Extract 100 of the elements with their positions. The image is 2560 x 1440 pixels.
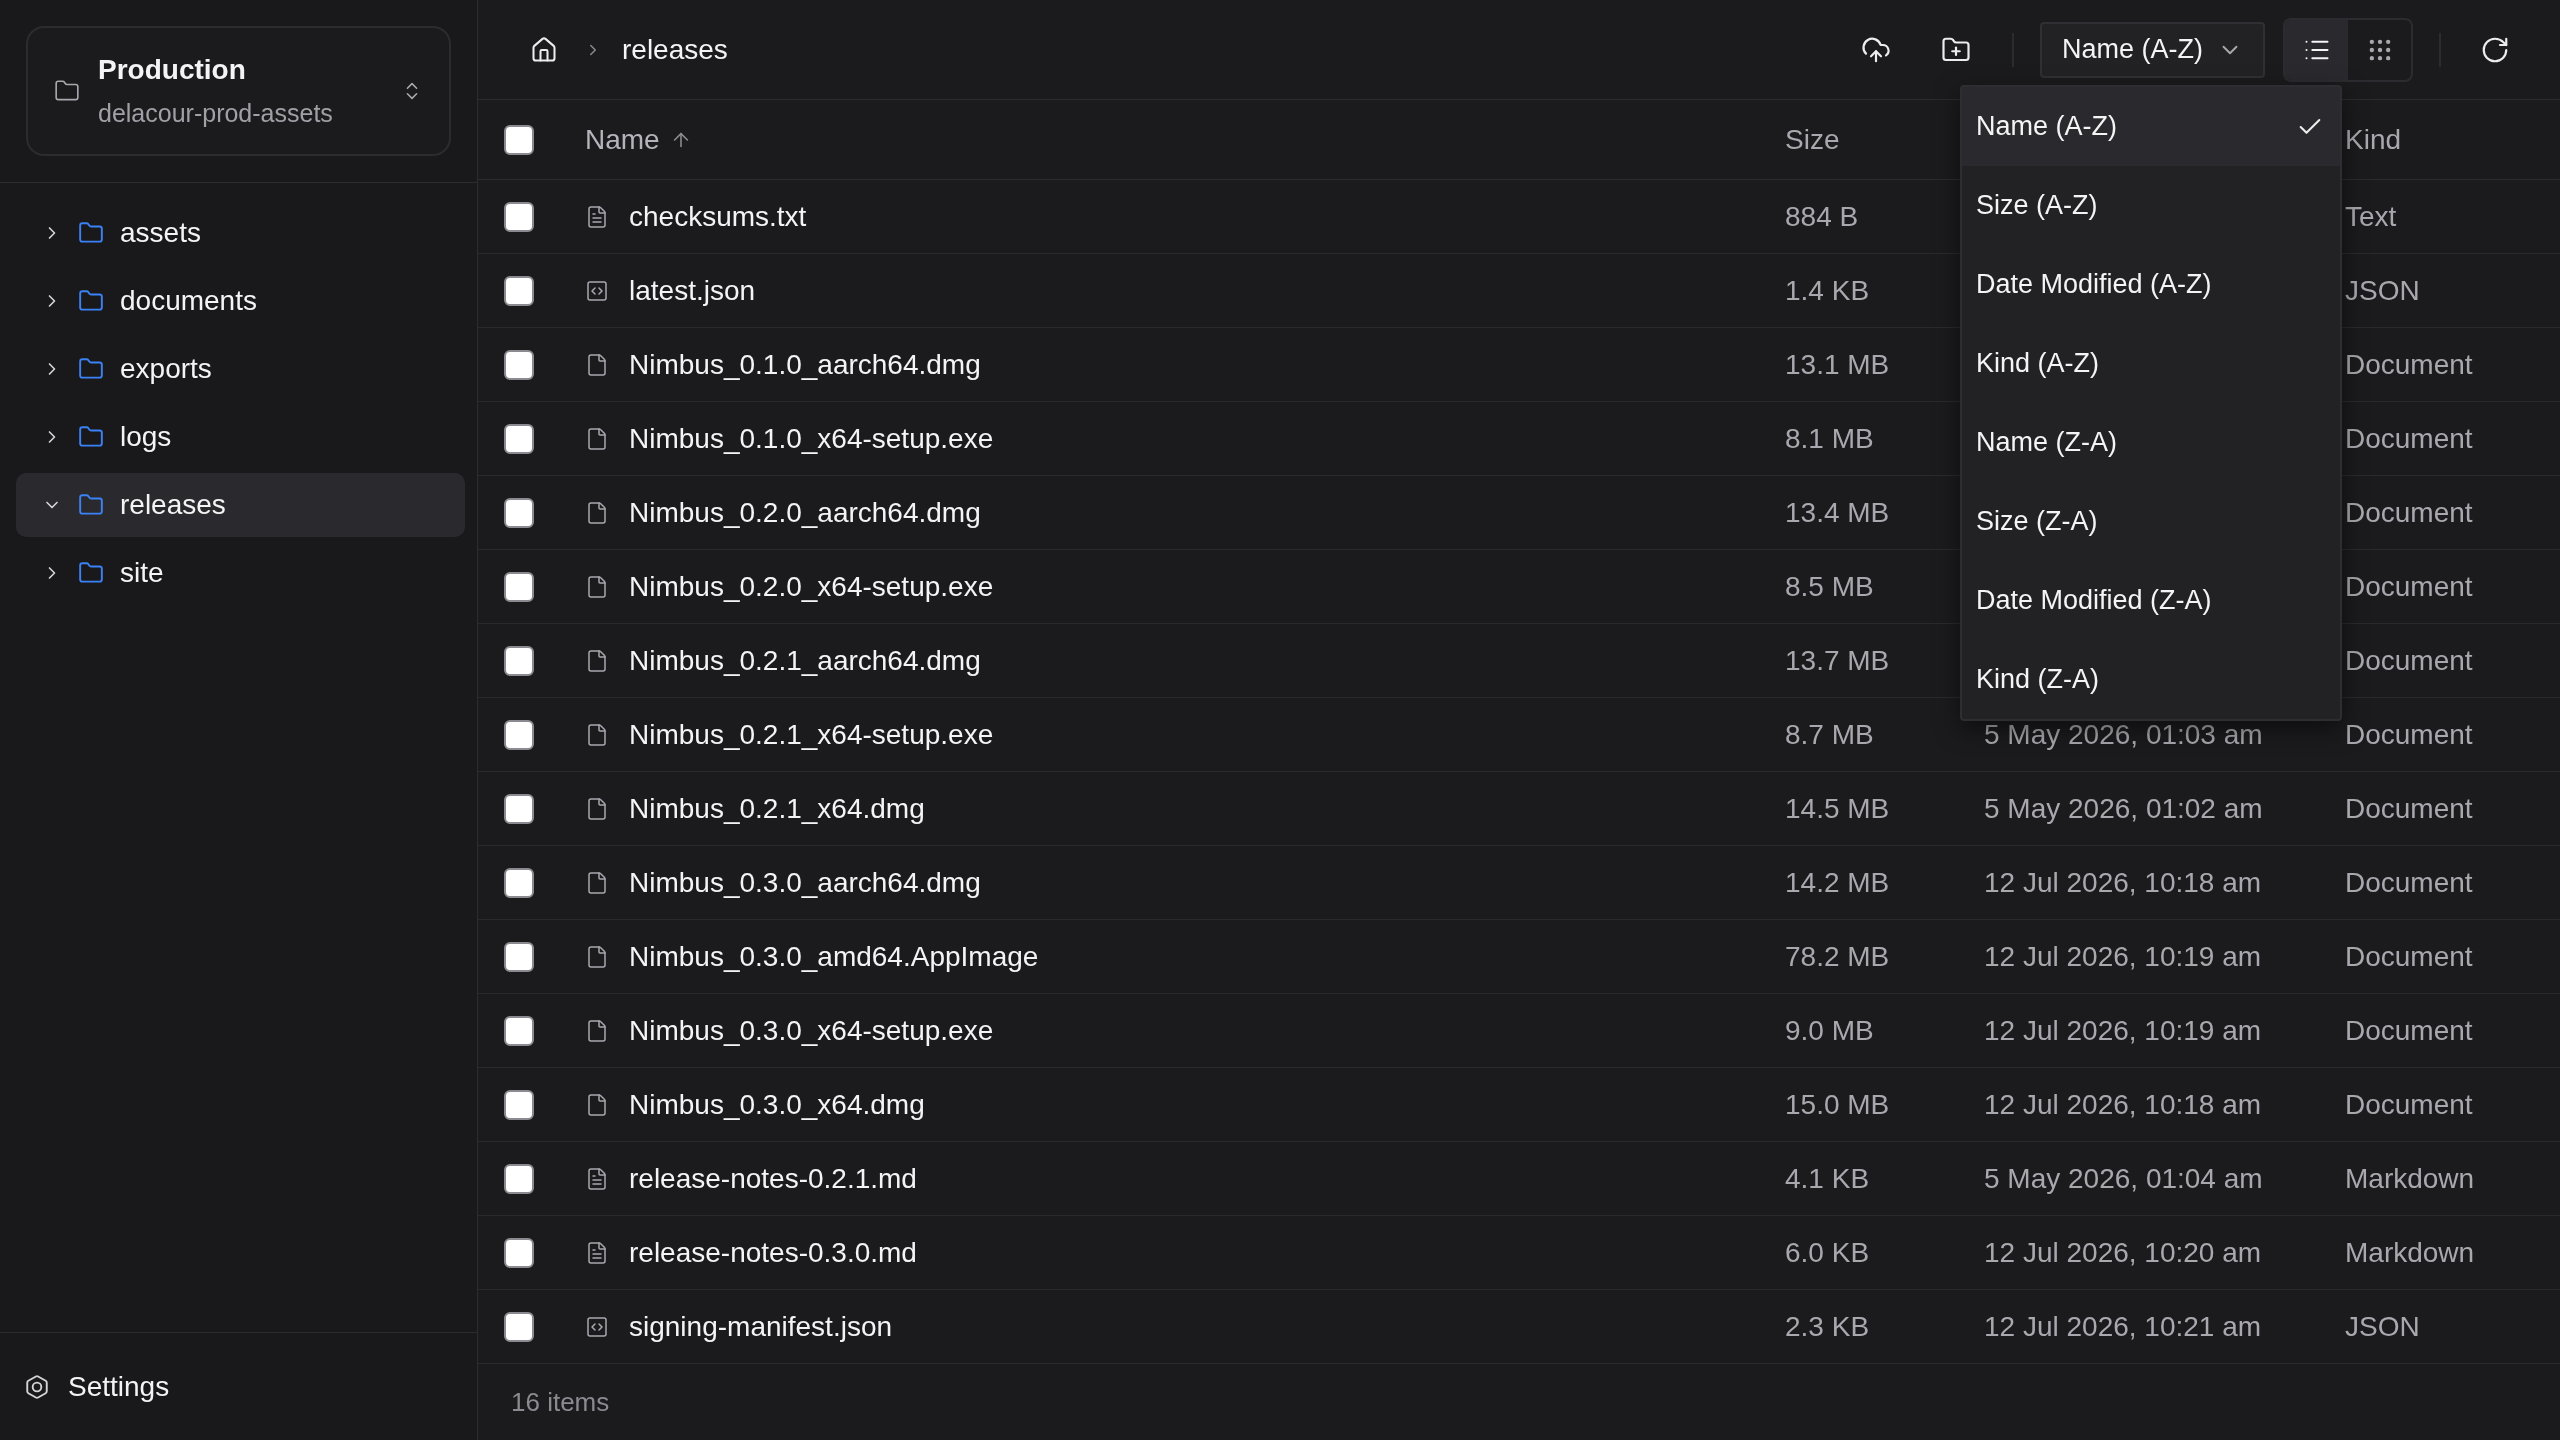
checkbox[interactable] [504,571,534,602]
checkbox[interactable] [504,1015,534,1046]
file-size: 78.2 MB [1785,939,1890,974]
file-kind: Document [2345,791,2473,826]
file-kind: Markdown [2345,1161,2475,1196]
checkbox[interactable] [504,793,534,824]
file-kind: Document [2345,865,2473,900]
folder-tree-item[interactable]: assets [16,201,465,265]
home-icon [530,35,558,64]
folder-tree-item[interactable]: logs [16,405,465,469]
file-kind: Document [2345,1087,2473,1122]
sort-option[interactable]: Kind (A-Z) [1962,324,2340,403]
file-kind: Text [2345,199,2397,234]
checkbox[interactable] [504,867,534,898]
settings-icon [24,1373,50,1400]
file-kind: Document [2345,495,2473,530]
checkbox[interactable] [504,645,534,676]
text-file-icon [585,1165,609,1192]
file-name[interactable]: Nimbus_0.3.0_x64.dmg [629,1083,925,1126]
file-size: 8.7 MB [1785,717,1874,752]
file-icon [585,795,609,822]
date-modified: 12 Jul 2026, 10:21 am [1984,1309,2262,1344]
file-name[interactable]: Nimbus_0.3.0_x64-setup.exe [629,1009,994,1052]
breadcrumb-item[interactable]: releases [622,28,728,71]
file-name[interactable]: release-notes-0.3.0.md [629,1231,917,1274]
folder-icon [78,492,104,518]
file-name[interactable]: Nimbus_0.3.0_amd64.AppImage [629,935,1039,978]
column-header[interactable]: Name [585,118,692,161]
checkbox[interactable] [504,349,534,380]
checkbox[interactable] [504,941,534,972]
file-icon [585,721,609,748]
file-size: 13.4 MB [1785,495,1890,530]
sort-option[interactable]: Kind (Z-A) [1962,640,2340,719]
file-name[interactable]: Nimbus_0.2.1_aarch64.dmg [629,639,981,682]
column-header[interactable]: Size [1785,118,1840,161]
file-name[interactable]: Nimbus_0.3.0_aarch64.dmg [629,861,981,904]
file-name[interactable]: signing-manifest.json [629,1305,893,1348]
file-size: 13.1 MB [1785,347,1890,382]
checkbox[interactable] [504,1089,534,1120]
checkbox[interactable] [504,497,534,528]
checkbox[interactable] [504,201,534,232]
sort-dropdown[interactable]: Name (A-Z) [2040,21,2265,78]
checkbox[interactable] [504,423,534,454]
sort-option[interactable]: Date Modified (A-Z) [1962,245,2340,324]
file-icon [585,647,609,674]
file-name[interactable]: latest.json [629,269,756,312]
file-name[interactable]: release-notes-0.2.1.md [629,1157,917,1200]
sort-option[interactable]: Size (Z-A) [1962,482,2340,561]
date-modified: 12 Jul 2026, 10:18 am [1984,1087,2262,1122]
folder-tree-item[interactable]: site [16,541,465,605]
checkbox[interactable] [504,275,534,306]
folder-icon [78,424,104,450]
file-kind: JSON [2345,273,2420,308]
folder-tree-item[interactable]: releases [16,473,465,537]
checkbox[interactable] [504,1237,534,1268]
settings-button[interactable]: Settings [22,1358,172,1415]
file-size: 15.0 MB [1785,1087,1890,1122]
item-count: 16 items [511,1385,610,1419]
checkbox[interactable] [504,1311,534,1342]
file-kind: Document [2345,421,2473,456]
file-kind: Document [2345,643,2473,678]
file-kind: Document [2345,939,2473,974]
file-icon [585,1017,609,1044]
file-name[interactable]: Nimbus_0.1.0_x64-setup.exe [629,417,994,460]
workspace-switcher[interactable]: Production delacour-prod-assets [26,26,451,156]
column-header[interactable]: Kind [2345,118,2402,161]
file-icon [585,1091,609,1118]
file-size: 4.1 KB [1785,1161,1870,1196]
sort-option[interactable]: Name (A-Z) [1962,87,2340,166]
file-icon [585,943,609,970]
file-name[interactable]: Nimbus_0.2.1_x64.dmg [629,787,925,830]
file-kind: Document [2345,347,2473,382]
text-file-icon [585,1239,609,1266]
view-mode-button[interactable] [2285,19,2348,80]
file-name[interactable]: Nimbus_0.1.0_aarch64.dmg [629,343,981,386]
file-kind: JSON [2345,1309,2420,1344]
folder-icon [78,288,104,314]
file-name[interactable]: Nimbus_0.2.0_aarch64.dmg [629,491,981,534]
sort-option[interactable]: Size (A-Z) [1962,166,2340,245]
folder-icon [78,356,104,382]
folder-icon [78,560,104,586]
checkbox[interactable] [504,719,534,750]
date-modified: 5 May 2026, 01:04 am [1984,1161,2263,1196]
date-modified: 5 May 2026, 01:02 am [1984,791,2263,826]
file-icon [585,869,609,896]
folder-tree-item[interactable]: documents [16,269,465,333]
file-name[interactable]: Nimbus_0.2.1_x64-setup.exe [629,713,994,756]
file-size: 8.5 MB [1785,569,1874,604]
folder-tree-item[interactable]: exports [16,337,465,401]
file-kind: Document [2345,1013,2473,1048]
checkbox[interactable] [504,1163,534,1194]
date-modified: 5 May 2026, 01:03 am [1984,717,2263,752]
file-icon [585,425,609,452]
file-name[interactable]: Nimbus_0.2.0_x64-setup.exe [629,565,994,608]
sort-option[interactable]: Date Modified (Z-A) [1962,561,2340,640]
checkbox[interactable] [504,124,534,155]
sort-option[interactable]: Name (Z-A) [1962,403,2340,482]
file-icon [585,499,609,526]
file-icon [585,573,609,600]
file-name[interactable]: checksums.txt [629,195,807,238]
